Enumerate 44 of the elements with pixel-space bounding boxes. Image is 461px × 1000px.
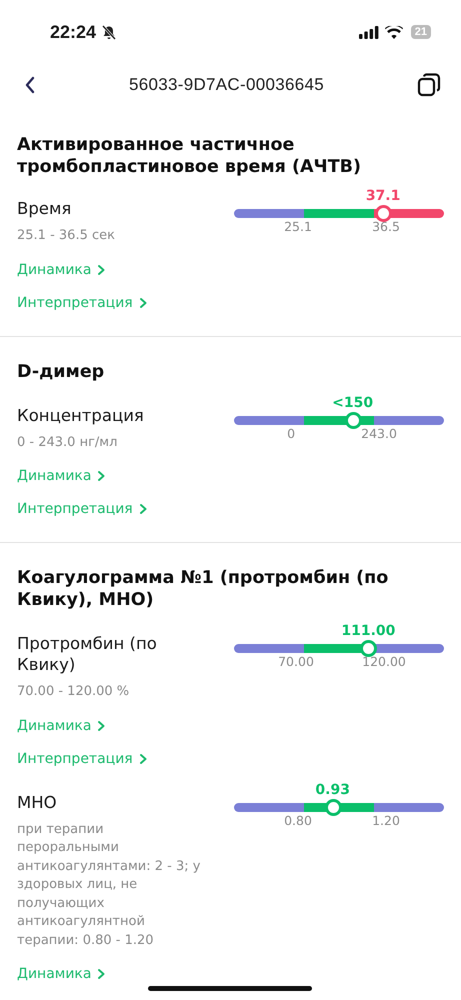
chevron-right-icon	[97, 264, 106, 276]
high-limit-label: 243.0	[361, 424, 397, 442]
chevron-right-icon	[138, 752, 148, 764]
chevron-right-icon	[138, 503, 148, 515]
low-limit-label: 0.80	[284, 812, 312, 830]
detail-link[interactable]: Интерпретация	[17, 750, 148, 768]
detail-link[interactable]: Динамика	[17, 965, 106, 983]
reference-range: 25.1 - 36.5 сек	[17, 227, 116, 245]
low-limit-label: 25.1	[284, 218, 312, 236]
detail-link[interactable]: Динамика	[17, 260, 106, 278]
result-value: 0.93	[315, 780, 350, 800]
section-heading: D-димер	[17, 360, 106, 382]
result-value: 37.1	[366, 187, 400, 206]
low-limit-label: 0	[287, 424, 296, 442]
chevron-right-icon	[138, 296, 148, 308]
detail-link[interactable]: Интерпретация	[17, 294, 148, 312]
result-value: 111.00	[341, 622, 396, 641]
battery-indicator: 21	[410, 25, 431, 39]
chevron-right-icon	[97, 720, 106, 732]
reference-range: 0 - 243.0 нг/мл	[17, 434, 118, 452]
status-time: 22:24	[50, 22, 96, 42]
signal-icon	[358, 26, 379, 38]
section-heading: Активированное частичное тромбопластиновое время (АЧТВ)	[17, 134, 362, 178]
high-limit-label: 1.20	[372, 812, 400, 830]
detail-link[interactable]: Динамика	[17, 467, 106, 485]
chevron-right-icon	[97, 968, 106, 980]
chevron-right-icon	[97, 470, 106, 482]
bell-muted-icon	[102, 24, 116, 40]
test-name: Концентрация	[17, 404, 145, 426]
wifi-icon	[384, 26, 403, 38]
test-name: Время	[17, 198, 72, 219]
reference-range: при терапии пероральными антикоагулянтами: 2 - 3; у здоровых лиц, не получающих антикоагулянтной терапии: 0.80 - 1.20	[17, 820, 202, 950]
detail-link[interactable]: Интерпретация	[17, 500, 148, 518]
order-number-title: 56033-9D7AC-00036645	[128, 75, 326, 95]
reference-range: 70.00 - 120.00 %	[17, 683, 130, 701]
result-value: <150	[332, 394, 374, 412]
low-limit-label: 70.00	[278, 653, 314, 671]
high-limit-label: 120.00	[362, 653, 406, 671]
section-heading: Коагулограмма №1 (протромбин (по Квику), МНО)	[17, 567, 390, 611]
high-limit-label: 36.5	[372, 218, 400, 236]
test-name: МНО	[17, 792, 58, 812]
copy-button[interactable]	[415, 71, 443, 99]
detail-link[interactable]: Динамика	[17, 716, 106, 734]
test-name: Протромбин (по Квику)	[17, 633, 158, 675]
